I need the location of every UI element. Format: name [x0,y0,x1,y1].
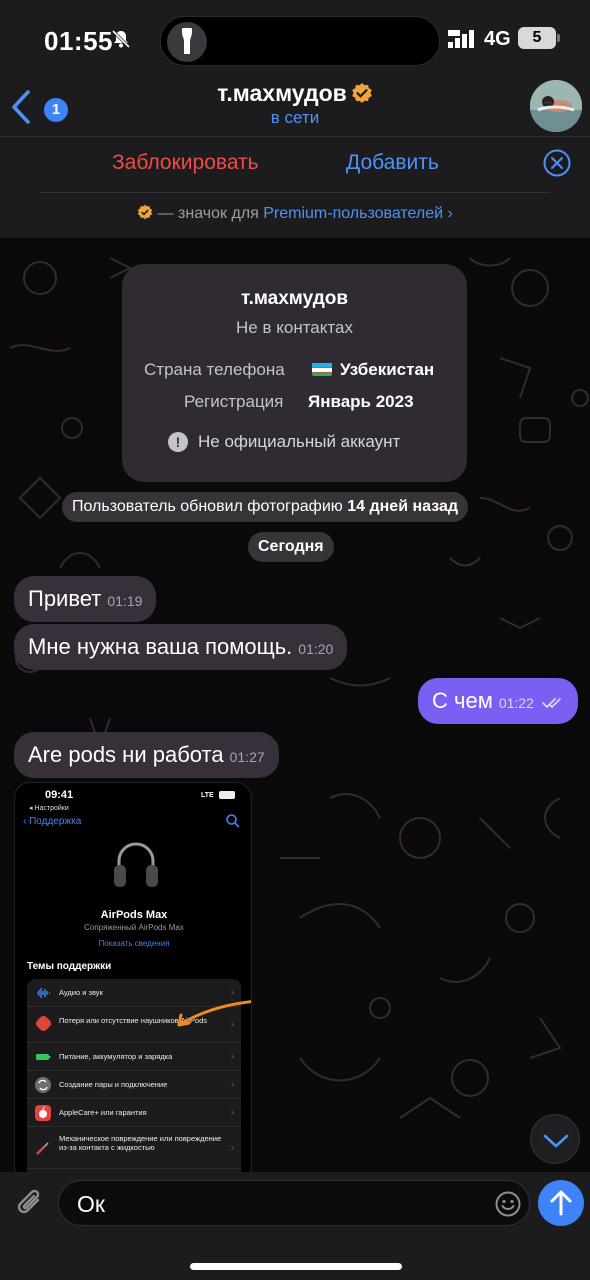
shot-paired: Сопряженный AirPods Max [84,923,184,932]
sync-icon [35,1077,51,1093]
shot-details-link: Показать сведения [98,939,170,948]
list-item: Создание пары и подключение › [27,1071,241,1099]
topic-label: Питание, аккумулятор и зарядка [59,1052,173,1061]
signal-icon [448,30,474,48]
battery-icon [35,1049,51,1065]
shot-time: 09:41 [45,789,74,801]
premium-star-icon [138,204,153,220]
headphones-icon [114,842,158,887]
message-text: Мне нужна ваша помощь. [28,634,293,659]
message-time: 01:19 [107,593,143,609]
message-time: 01:20 [298,641,334,657]
shot-battery-icon [219,791,235,799]
shot-topics-title: Темы поддержки [27,961,112,972]
add-contact-button[interactable]: Добавить [346,151,439,175]
topic-label: Создание пары и подключение [59,1080,168,1089]
flashlight-icon [167,22,207,62]
divider [40,192,550,193]
list-item: Питание, аккумулятор и зарядка › [27,1043,241,1071]
chevron-down-icon [543,1134,569,1148]
chevron-right-icon: › [447,205,453,222]
topic-label: AppleCare+ или гарантия [59,1108,147,1117]
shot-network: LTE [201,792,214,799]
unofficial-warning: Не официальный аккаунт [198,432,401,451]
chevron-right-icon: › [231,1051,234,1061]
photo-updated-text: Пользователь обновил фотографию [72,498,343,515]
audio-wave-icon [35,985,51,1001]
contact-info-card: т.махмудов Не в контактах Страна телефон… [122,264,467,482]
message-incoming[interactable]: Привет 01:19 [14,576,157,622]
chat-header: 1 т.махмудов в сети [0,80,590,136]
contact-name-label: т.махмудов [217,80,347,106]
status-bar: 01:55 4G 5 [0,0,590,80]
paperclip-icon[interactable] [14,1186,46,1220]
info-name: т.махмудов [240,288,349,309]
emoji-icon[interactable] [495,1191,521,1217]
message-composer: Ок [0,1172,590,1280]
block-button[interactable]: Заблокировать [112,151,259,175]
message-input[interactable]: Ок [58,1180,530,1226]
message-text: Are pods ни работа [28,742,224,767]
shot-search-icon [226,814,240,828]
message-text: С чем [432,688,493,713]
uzbekistan-flag-icon [312,362,332,376]
message-text: Привет [28,586,102,611]
message-outgoing[interactable]: С чем 01:22 [418,678,578,724]
chevron-right-icon: › [231,1142,234,1152]
bell-muted-icon [111,29,131,49]
arrow-up-icon [550,1190,572,1216]
battery-icon: 5 [518,27,556,49]
avatar[interactable] [530,80,582,132]
info-row-registration: Регистрация [184,392,283,412]
premium-hint-label: — значок для [153,205,264,222]
exclamation-icon: ! [168,432,188,452]
premium-hint-text: — значок для Premium-пользователей › [0,204,590,223]
shot-back-app: ◂ Настройки [29,805,69,812]
info-country-label: Страна телефона [144,360,285,379]
info-country-value: Узбекистан [340,360,435,379]
message-incoming[interactable]: Are pods ни работа 01:27 [14,732,279,778]
warning-diamond-icon [34,1014,53,1033]
message-input-value: Ок [77,1191,105,1217]
list-item: AppleCare+ или гарантия › [27,1099,241,1127]
contact-name[interactable]: т.махмудов [0,80,590,110]
premium-link[interactable]: Premium-пользователей [263,205,443,222]
list-item: Механическое повреждение или повреждение… [27,1127,241,1169]
send-button[interactable] [538,1180,584,1226]
info-row-registration-value: Январь 2023 [308,392,414,412]
shot-device-name: AirPods Max [100,909,168,921]
message-incoming[interactable]: Мне нужна ваша помощь. 01:20 [14,624,348,670]
info-subtitle: Не в контактах [236,318,353,337]
premium-star-icon [351,82,373,110]
photo-updated-notice: Пользователь обновил фотографию 14 дней … [62,492,469,522]
home-indicator [190,1263,402,1270]
message-time: 01:27 [229,749,265,765]
chat-area[interactable]: т.махмудов Не в контактах Страна телефон… [0,238,590,1172]
message-time: 01:22 [498,695,534,711]
status-time: 01:55 [44,26,113,56]
info-reg-value: Январь 2023 [308,392,414,411]
online-status: в сети [270,108,320,127]
info-row-country: Страна телефона [144,360,285,380]
shot-nav-back: ‹ Поддержка [23,816,82,827]
date-separator: Сегодня [248,532,334,562]
chevron-right-icon: › [231,1079,234,1089]
premium-hint[interactable]: — значок для Premium-пользователей › [0,190,590,238]
topic-label: Механическое повреждение или повреждение… [59,1134,222,1152]
photo-updated-when: 14 дней назад [347,498,459,515]
contact-action-bar: Заблокировать Добавить [0,136,590,190]
chevron-right-icon: › [231,1107,234,1117]
info-row-country-value: Узбекистан [312,360,434,380]
scroll-down-button[interactable] [530,1114,580,1164]
dynamic-island [160,16,440,66]
screwdriver-icon [35,1140,51,1156]
double-check-icon [542,698,561,709]
image-message[interactable]: 09:41 ◂ Настройки LTE ‹ Поддержка AirPod… [14,782,252,1172]
apple-logo-icon [35,1105,51,1121]
network-type: 4G [484,28,511,50]
annotation-arrow-icon [177,1000,251,1027]
battery-cap [557,34,560,42]
info-reg-label: Регистрация [184,392,284,411]
close-icon[interactable] [543,149,571,177]
